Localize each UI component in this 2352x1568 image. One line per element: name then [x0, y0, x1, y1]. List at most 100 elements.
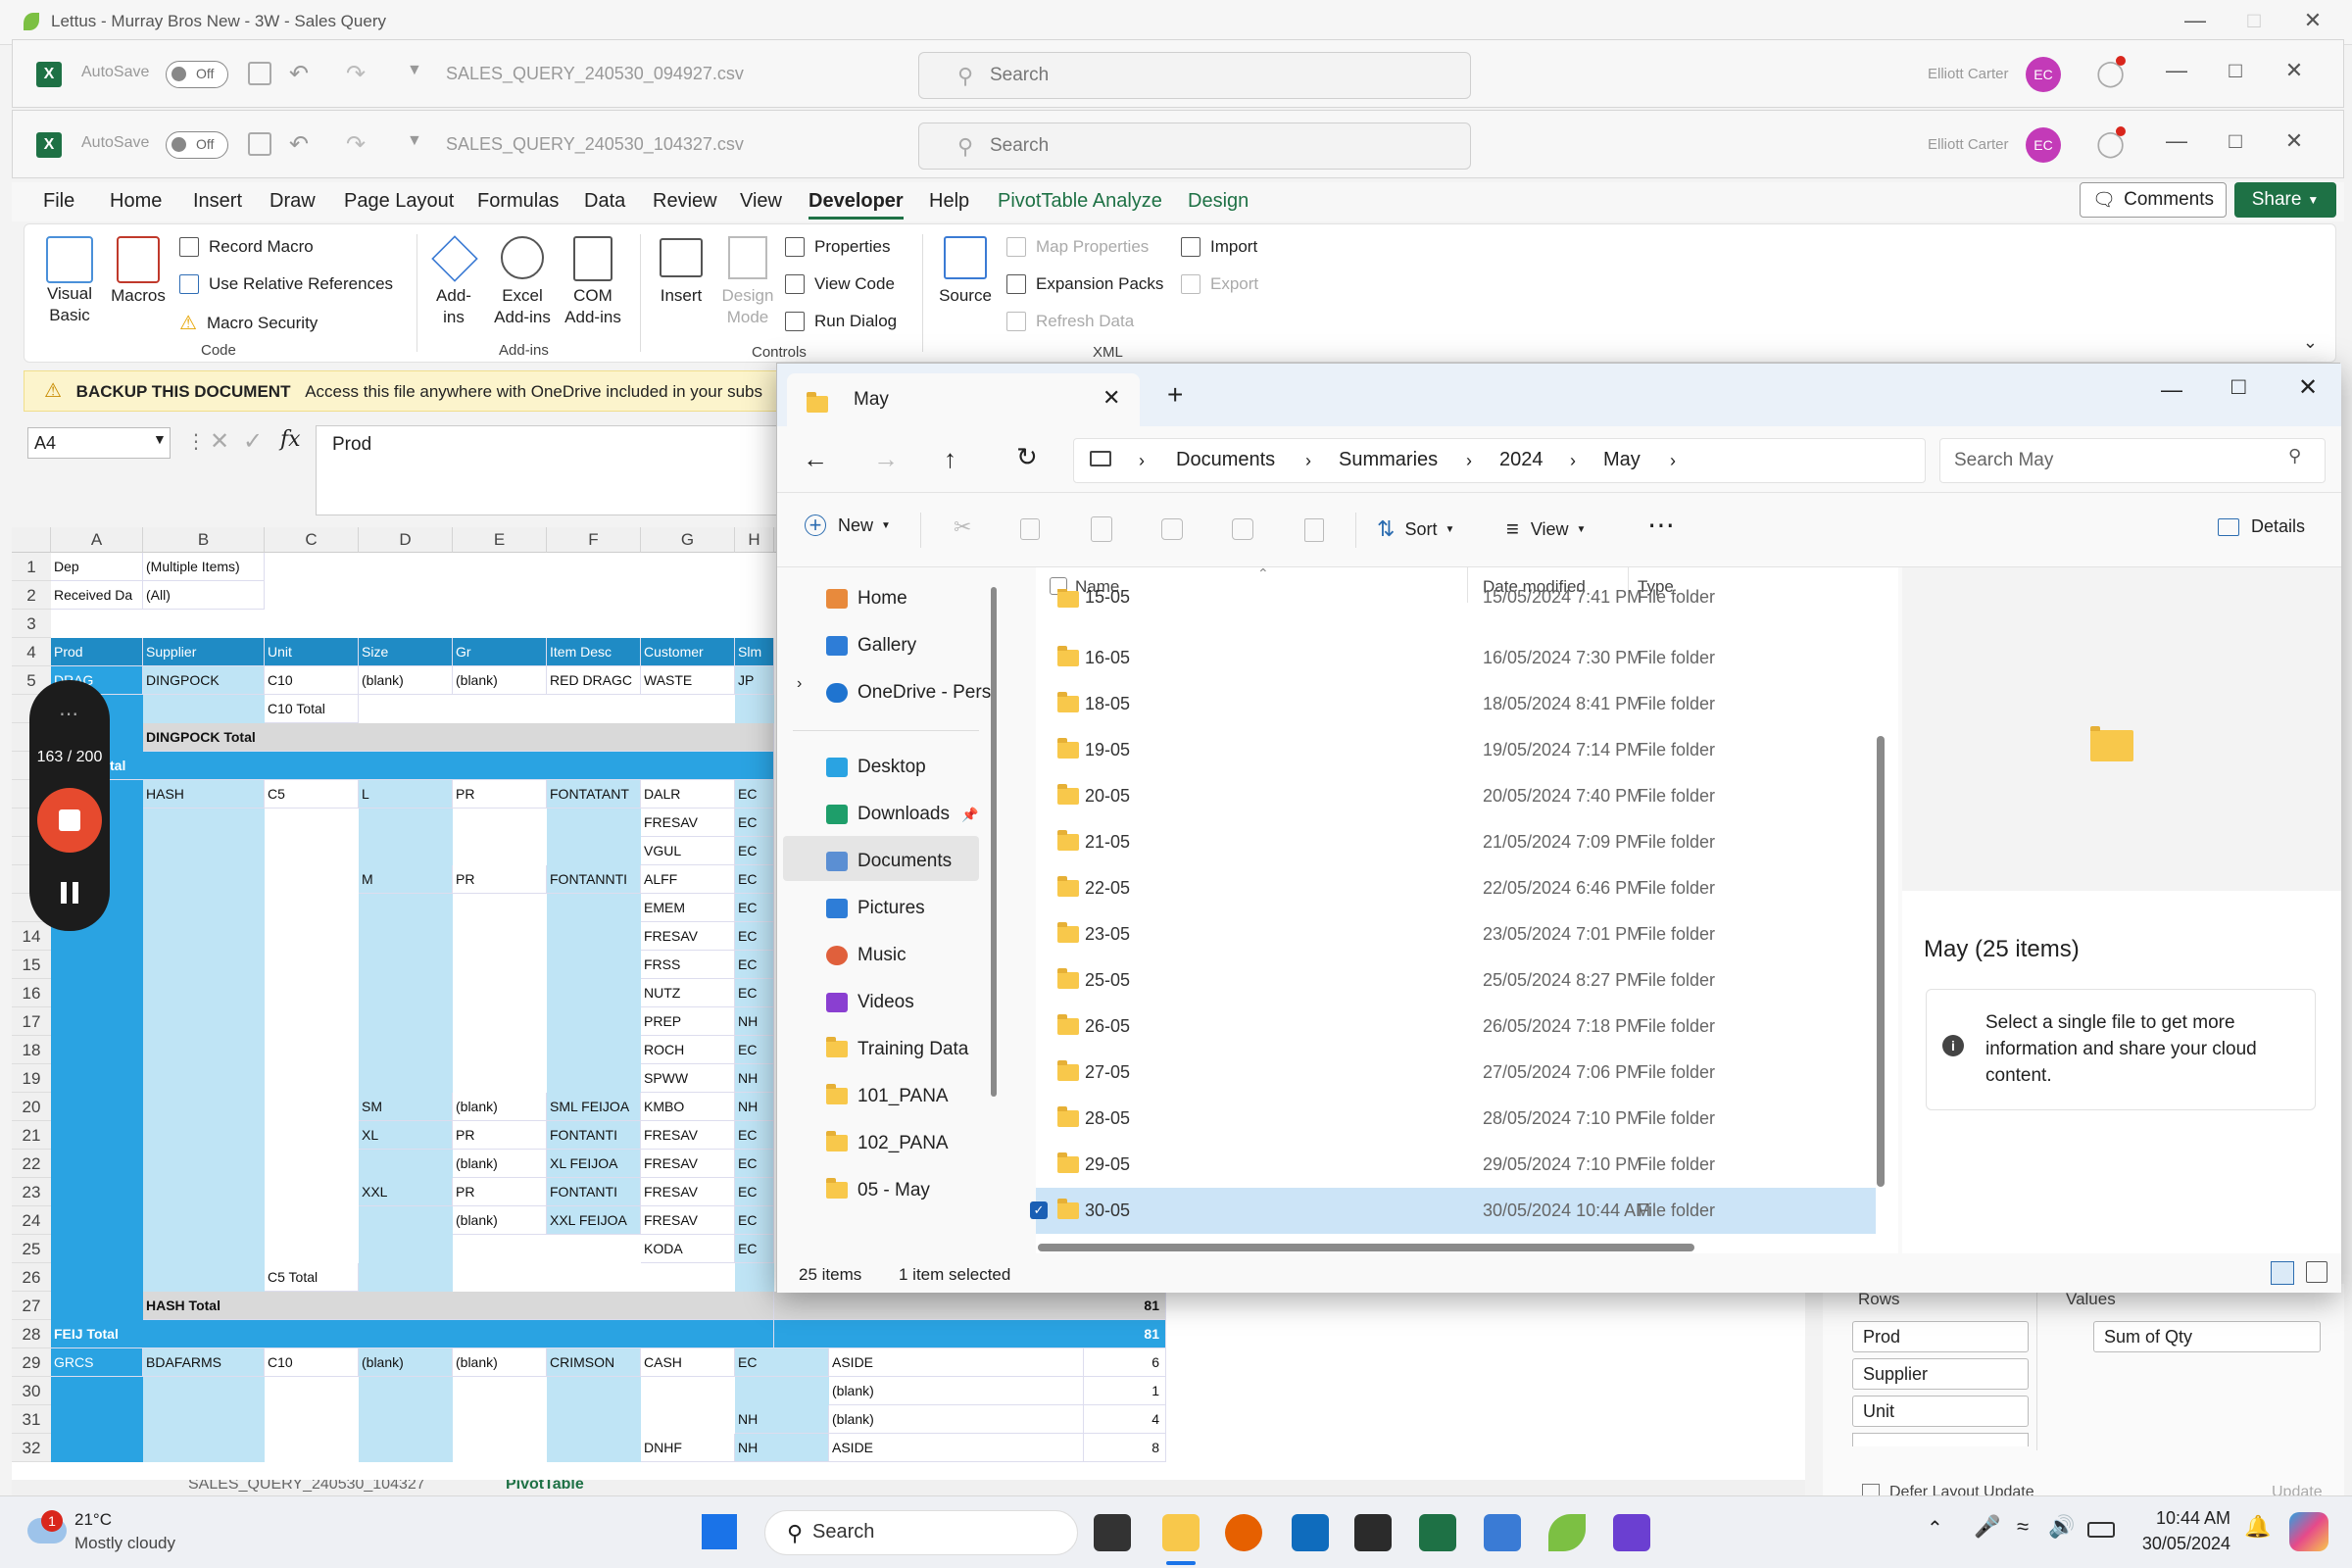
- chevron-up-icon[interactable]: ⌃: [1927, 1516, 1943, 1541]
- cell[interactable]: HASH Total: [143, 1292, 774, 1320]
- collapse-ribbon-icon[interactable]: ⌄: [2303, 332, 2318, 353]
- row-header[interactable]: 30: [12, 1377, 51, 1405]
- row-header[interactable]: 25: [12, 1235, 51, 1263]
- nav-documents[interactable]: Documents: [826, 842, 952, 881]
- maximize-icon[interactable]: □: [2206, 58, 2265, 83]
- cell[interactable]: (blank): [829, 1405, 1084, 1434]
- file-row[interactable]: 18-05 18/05/2024 8:41 PM File folder: [1036, 681, 1876, 727]
- paste-icon[interactable]: [1091, 516, 1112, 542]
- chevron-right-icon[interactable]: ›: [1305, 451, 1311, 471]
- file-row[interactable]: 25-05 25/05/2024 8:27 PM File folder: [1036, 957, 1876, 1004]
- visual-basic-button[interactable]: Visual Basic: [40, 283, 99, 326]
- tab-design[interactable]: Design: [1188, 190, 1249, 213]
- cell[interactable]: RED DRAGC: [547, 666, 641, 695]
- weather-desc[interactable]: Mostly cloudy: [74, 1534, 175, 1553]
- addins-icon[interactable]: [431, 235, 478, 282]
- com-addins-button[interactable]: COM Add-ins: [558, 285, 628, 328]
- tab-review[interactable]: Review: [653, 190, 717, 213]
- insert-control-icon[interactable]: [660, 238, 703, 277]
- row-header[interactable]: 22: [12, 1150, 51, 1178]
- cell[interactable]: FRESAV: [641, 1121, 735, 1150]
- explorer-search-input[interactable]: Search May: [1939, 438, 2326, 483]
- row-header[interactable]: 2: [12, 581, 51, 610]
- cell[interactable]: FONTANTI: [547, 1178, 641, 1206]
- view-button[interactable]: ≡ View ▼: [1506, 516, 1586, 542]
- cell[interactable]: EC: [735, 865, 774, 894]
- pause-icon[interactable]: [61, 882, 67, 904]
- row-header[interactable]: 28: [12, 1320, 51, 1348]
- row-header[interactable]: 31: [12, 1405, 51, 1434]
- column-header[interactable]: F: [547, 527, 641, 553]
- minimize-icon[interactable]: —: [2147, 58, 2206, 83]
- copilot-icon[interactable]: [2289, 1512, 2328, 1551]
- cell[interactable]: FONTANNTI: [547, 865, 641, 894]
- file-name[interactable]: SALES_QUERY_240530_094927.csv: [446, 64, 744, 84]
- refresh-icon[interactable]: ↻: [1016, 442, 1038, 472]
- cell[interactable]: 81: [774, 1292, 1166, 1320]
- cell[interactable]: C10 Total: [265, 695, 359, 723]
- insert-function-icon[interactable]: fx: [280, 427, 301, 452]
- cell[interactable]: JP: [735, 666, 774, 695]
- row-header[interactable]: 17: [12, 1007, 51, 1036]
- cell[interactable]: SML FEIJOA: [547, 1093, 641, 1121]
- file-row[interactable]: 22-05 22/05/2024 6:46 PM File folder: [1036, 865, 1876, 911]
- breadcrumb-summaries[interactable]: Summaries: [1339, 449, 1438, 471]
- cell[interactable]: EC: [735, 1150, 774, 1178]
- nav-training-data[interactable]: Training Data: [826, 1030, 968, 1069]
- visual-basic-icon[interactable]: [46, 236, 93, 283]
- column-header[interactable]: H: [735, 527, 774, 553]
- start-icon[interactable]: [702, 1514, 737, 1549]
- delete-icon[interactable]: [1304, 518, 1324, 542]
- cell[interactable]: WASTE: [641, 666, 735, 695]
- close-tab-icon[interactable]: ✕: [1102, 385, 1120, 411]
- cell[interactable]: VGUL: [641, 837, 735, 865]
- back-icon[interactable]: ←: [803, 444, 828, 474]
- autosave-toggle[interactable]: Off: [166, 131, 228, 159]
- task-view-icon[interactable]: [1094, 1514, 1131, 1551]
- row-header[interactable]: 14: [12, 922, 51, 951]
- macro-security-button[interactable]: ⚠ Macro Security: [179, 311, 318, 335]
- pivot-header-prod[interactable]: Prod: [51, 638, 143, 666]
- cell[interactable]: FRESAV: [641, 922, 735, 951]
- pivot-header-gr[interactable]: Gr: [453, 638, 547, 666]
- export-button[interactable]: Export: [1181, 273, 1258, 295]
- gear-icon[interactable]: [501, 236, 544, 279]
- clock-date[interactable]: 30/05/2024: [2132, 1534, 2230, 1554]
- nav-videos[interactable]: Videos: [826, 983, 914, 1022]
- cell[interactable]: EC: [735, 1036, 774, 1064]
- pivot-header-size[interactable]: Size: [359, 638, 453, 666]
- cell[interactable]: EC: [735, 1348, 829, 1377]
- sort-button[interactable]: ⇅ Sort ▼: [1377, 516, 1454, 542]
- row-header[interactable]: 24: [12, 1206, 51, 1235]
- cell[interactable]: 6: [1084, 1348, 1166, 1377]
- pivot-header-unit[interactable]: Unit: [265, 638, 359, 666]
- cell[interactable]: EC: [735, 1178, 774, 1206]
- map-properties-button[interactable]: Map Properties: [1006, 236, 1149, 258]
- cell[interactable]: DINGPOCK: [143, 666, 265, 695]
- save-icon[interactable]: [248, 62, 271, 85]
- excel-front-titlebar[interactable]: X AutoSave Off ↶ ↷ ▼ SALES_QUERY_240530_…: [12, 110, 2344, 178]
- cell[interactable]: 81: [774, 1320, 1166, 1348]
- cell[interactable]: C5: [265, 780, 359, 808]
- volume-icon[interactable]: 🔊: [2048, 1514, 2075, 1540]
- maximize-icon[interactable]: □: [2206, 128, 2265, 154]
- chevron-right-icon[interactable]: ›: [1570, 451, 1576, 471]
- formula-input[interactable]: Prod: [316, 425, 786, 515]
- cell[interactable]: CRIMSON: [547, 1348, 641, 1377]
- save-icon[interactable]: [248, 132, 271, 156]
- row-checkbox[interactable]: ✓: [1030, 1201, 1048, 1219]
- rows-field-unit[interactable]: Unit: [1852, 1396, 2029, 1427]
- cell[interactable]: EC: [735, 951, 774, 979]
- share-icon[interactable]: [1232, 518, 1253, 540]
- cell[interactable]: NH: [735, 1007, 774, 1036]
- cell[interactable]: (blank): [359, 1348, 453, 1377]
- cell[interactable]: EC: [735, 922, 774, 951]
- nav-downloads[interactable]: Downloads: [826, 795, 950, 834]
- chevron-right-icon[interactable]: ›: [1670, 451, 1676, 471]
- refresh-data-button[interactable]: Refresh Data: [1006, 311, 1134, 332]
- cell[interactable]: EC: [735, 1121, 774, 1150]
- cell[interactable]: 4: [1084, 1405, 1166, 1434]
- design-mode-button[interactable]: Design Mode: [718, 285, 777, 328]
- cell[interactable]: tal: [51, 752, 774, 780]
- cell[interactable]: M: [359, 865, 453, 894]
